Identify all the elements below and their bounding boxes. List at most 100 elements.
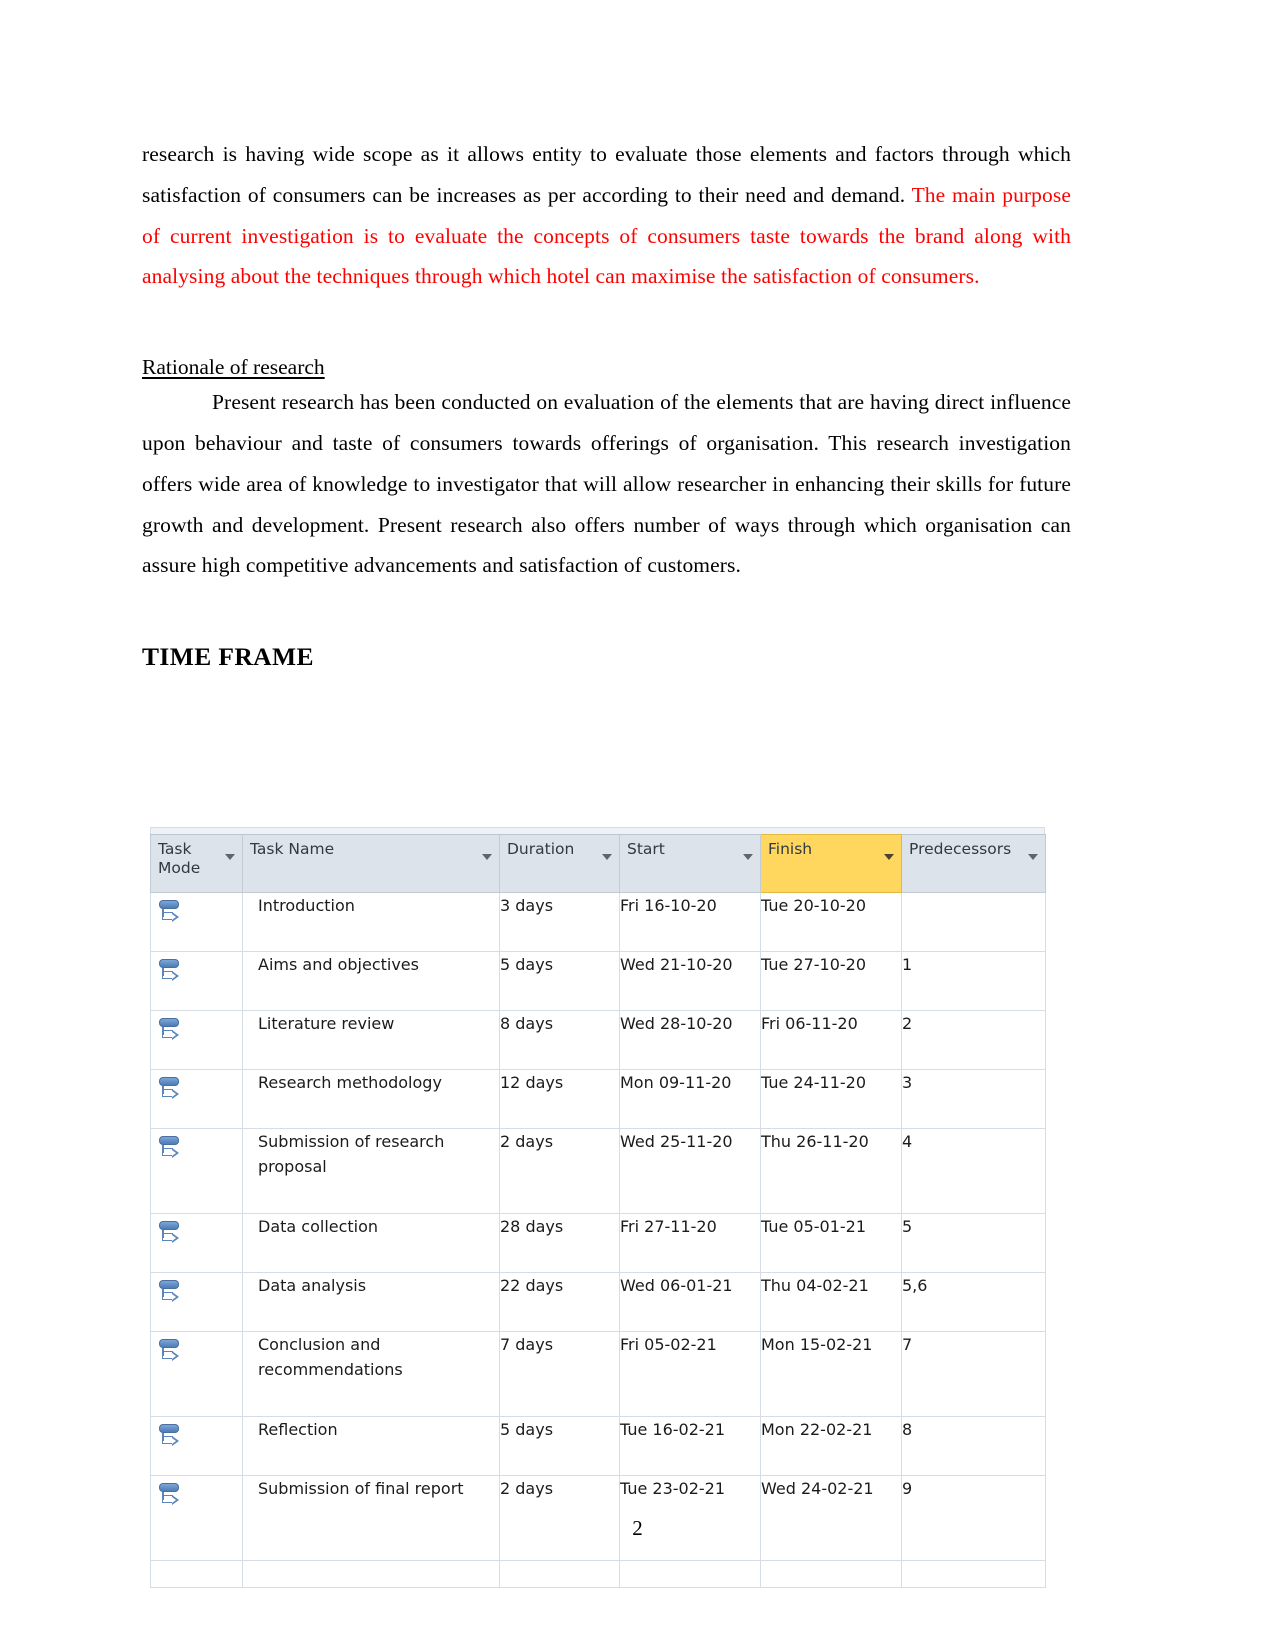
paragraph-rationale: Present research has been conducted on e… [142, 382, 1071, 586]
cell-task-mode[interactable] [150, 951, 243, 1011]
auto-schedule-icon [158, 1482, 182, 1510]
cell-start[interactable]: Wed 28-10-20 [619, 1010, 761, 1070]
paragraph-research-scope: research is having wide scope as it allo… [142, 134, 1071, 297]
document-page: research is having wide scope as it allo… [0, 0, 1275, 1650]
page-number: 2 [632, 1516, 643, 1540]
cell-duration[interactable]: 28 days [499, 1213, 620, 1273]
cell-predecessors[interactable]: 1 [901, 951, 1046, 1011]
auto-schedule-icon [158, 1279, 182, 1307]
cell-task-name[interactable]: Literature review [242, 1010, 500, 1070]
column-header-task-name[interactable]: Task Name [242, 834, 500, 893]
cell-predecessors[interactable]: 3 [901, 1069, 1046, 1129]
cell-duration[interactable]: 5 days [499, 1416, 620, 1476]
cell-start[interactable]: Wed 21-10-20 [619, 951, 761, 1011]
cell-empty[interactable] [901, 1560, 1046, 1588]
column-header-duration[interactable]: Duration [499, 834, 620, 893]
cell-task-mode[interactable] [150, 1069, 243, 1129]
cell-task-name[interactable]: Data analysis [242, 1272, 500, 1332]
cell-finish[interactable]: Tue 24-11-20 [760, 1069, 902, 1129]
cell-finish[interactable]: Mon 22-02-21 [760, 1416, 902, 1476]
chevron-down-icon[interactable] [743, 854, 753, 860]
column-header-start[interactable]: Start [619, 834, 761, 893]
chevron-down-icon[interactable] [884, 854, 894, 860]
cell-finish[interactable]: Thu 04-02-21 [760, 1272, 902, 1332]
column-header-task-mode-label: Task Mode [158, 840, 201, 877]
cell-task-name[interactable]: Aims and objectives [242, 951, 500, 1011]
cell-task-mode[interactable] [150, 1213, 243, 1273]
column-header-finish[interactable]: Finish [760, 834, 902, 893]
table-row[interactable]: Research methodology 12 days Mon 09-11-20 T… [150, 1069, 1046, 1129]
cell-duration[interactable]: 7 days [499, 1331, 620, 1417]
cell-predecessors[interactable]: 5 [901, 1213, 1046, 1273]
cell-task-name[interactable]: Research methodology [242, 1069, 500, 1129]
cell-finish[interactable]: Mon 15-02-21 [760, 1331, 902, 1417]
cell-duration[interactable]: 3 days [499, 892, 620, 952]
cell-task-mode[interactable] [150, 1010, 243, 1070]
project-task-table: Task Mode Task Name Duration Start Finis… [150, 834, 1046, 1588]
cell-start[interactable]: Fri 05-02-21 [619, 1331, 761, 1417]
table-row[interactable]: Introduction 3 days Fri 16-10-20 Tue 20-10-… [150, 892, 1046, 952]
cell-predecessors[interactable]: 4 [901, 1128, 1046, 1214]
table-row[interactable]: Data analysis 22 days Wed 06-01-21 Thu 04-0… [150, 1272, 1046, 1332]
auto-schedule-icon [158, 1220, 182, 1248]
cell-empty[interactable] [619, 1560, 761, 1588]
cell-start[interactable]: Wed 06-01-21 [619, 1272, 761, 1332]
cell-task-mode[interactable] [150, 1416, 243, 1476]
cell-empty[interactable] [150, 1560, 243, 1588]
table-row-empty[interactable] [150, 1560, 1046, 1588]
cell-start[interactable]: Mon 09-11-20 [619, 1069, 761, 1129]
column-header-task-mode[interactable]: Task Mode [150, 834, 243, 893]
cell-start[interactable]: Fri 27-11-20 [619, 1213, 761, 1273]
chevron-down-icon[interactable] [602, 854, 612, 860]
column-header-predecessors[interactable]: Predecessors [901, 834, 1046, 893]
cell-finish[interactable]: Tue 05-01-21 [760, 1213, 902, 1273]
cell-finish[interactable]: Tue 20-10-20 [760, 892, 902, 952]
cell-empty[interactable] [499, 1560, 620, 1588]
cell-task-name[interactable]: Data collection [242, 1213, 500, 1273]
chevron-down-icon[interactable] [225, 854, 235, 860]
table-row[interactable]: Reflection 5 days Tue 16-02-21 Mon 22-02-21… [150, 1416, 1046, 1476]
cell-task-mode[interactable] [150, 1331, 243, 1417]
column-header-finish-label: Finish [768, 840, 813, 858]
column-header-start-label: Start [627, 840, 665, 858]
cell-task-name[interactable]: Submission of research proposal [242, 1128, 500, 1214]
table-row[interactable]: Conclusion and recommendations 7 days Fri … [150, 1331, 1046, 1417]
cell-start[interactable]: Fri 16-10-20 [619, 892, 761, 952]
cell-start[interactable]: Wed 25-11-20 [619, 1128, 761, 1214]
cell-task-mode[interactable] [150, 1128, 243, 1214]
table-row[interactable]: Data collection 28 days Fri 27-11-20 Tue 05… [150, 1213, 1046, 1273]
cell-duration[interactable]: 8 days [499, 1010, 620, 1070]
cell-finish[interactable]: Tue 27-10-20 [760, 951, 902, 1011]
cell-task-mode[interactable] [150, 1272, 243, 1332]
auto-schedule-icon [158, 1338, 182, 1366]
cell-task-name[interactable]: Introduction [242, 892, 500, 952]
table-row[interactable]: Aims and objectives 5 days Wed 21-10-20 Tue… [150, 951, 1046, 1011]
cell-duration[interactable]: 22 days [499, 1272, 620, 1332]
chevron-down-icon[interactable] [482, 854, 492, 860]
table-top-strip [150, 827, 1045, 834]
cell-task-mode[interactable] [150, 892, 243, 952]
cell-empty[interactable] [760, 1560, 902, 1588]
cell-predecessors[interactable]: 7 [901, 1331, 1046, 1417]
cell-task-name[interactable]: Reflection [242, 1416, 500, 1476]
document-body: research is having wide scope as it allo… [142, 134, 1071, 672]
table-row[interactable]: Literature review 8 days Wed 28-10-20 Fri 0… [150, 1010, 1046, 1070]
cell-predecessors[interactable]: 8 [901, 1416, 1046, 1476]
cell-predecessors[interactable] [901, 892, 1046, 952]
cell-finish[interactable]: Thu 26-11-20 [760, 1128, 902, 1214]
column-header-duration-label: Duration [507, 840, 575, 858]
cell-predecessors[interactable]: 5,6 [901, 1272, 1046, 1332]
cell-duration[interactable]: 5 days [499, 951, 620, 1011]
cell-duration[interactable]: 2 days [499, 1128, 620, 1214]
chevron-down-icon[interactable] [1028, 854, 1038, 860]
table-row[interactable]: Submission of research proposal 2 days Wed… [150, 1128, 1046, 1214]
cell-duration[interactable]: 12 days [499, 1069, 620, 1129]
cell-task-name[interactable]: Conclusion and recommendations [242, 1331, 500, 1417]
cell-empty[interactable] [242, 1560, 500, 1588]
cell-finish[interactable]: Fri 06-11-20 [760, 1010, 902, 1070]
cell-predecessors[interactable]: 2 [901, 1010, 1046, 1070]
auto-schedule-icon [158, 958, 182, 986]
cell-start[interactable]: Tue 16-02-21 [619, 1416, 761, 1476]
auto-schedule-icon [158, 1017, 182, 1045]
